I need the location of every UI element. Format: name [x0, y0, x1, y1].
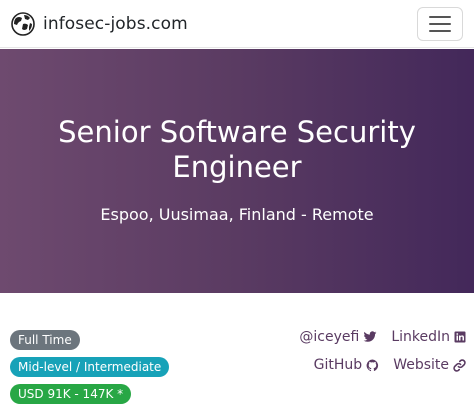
hamburger-menu-icon — [429, 16, 451, 18]
website-link[interactable]: Website — [393, 357, 466, 373]
experience-level-badge[interactable]: Mid-level / Intermediate — [10, 357, 170, 377]
brand-link[interactable]: infosec-jobs.com — [11, 11, 188, 37]
company-links: @iceyefi LinkedIn GitHub Website — [285, 328, 466, 384]
link-icon — [453, 358, 466, 372]
website-label: Website — [393, 357, 449, 373]
links-row-1: @iceyefi LinkedIn — [285, 328, 466, 346]
linkedin-label: LinkedIn — [391, 329, 450, 345]
salary-badge[interactable]: USD 91K - 147K * — [10, 384, 132, 404]
linkedin-icon — [454, 331, 466, 343]
github-link[interactable]: GitHub — [314, 357, 380, 373]
job-type-badge[interactable]: Full Time — [10, 330, 80, 350]
job-title: Senior Software Security Engineer — [58, 115, 416, 184]
globe-logo-icon — [11, 12, 35, 36]
github-icon — [366, 359, 379, 371]
twitter-label: @iceyefi — [299, 329, 360, 345]
github-label: GitHub — [313, 357, 363, 373]
job-header: Senior Software Security Engineer Espoo,… — [0, 49, 474, 293]
twitter-icon — [363, 331, 377, 342]
links-row-2: GitHub Website — [285, 356, 466, 374]
job-location: Espoo, Uusimaa, Finland - Remote — [100, 205, 374, 224]
menu-toggle-button[interactable] — [417, 7, 463, 41]
twitter-link[interactable]: @iceyefi — [299, 329, 377, 345]
navbar: infosec-jobs.com — [0, 0, 474, 48]
hamburger-bar — [429, 23, 451, 25]
linkedin-link[interactable]: LinkedIn — [391, 329, 466, 345]
brand-name: infosec-jobs.com — [43, 14, 188, 34]
job-details: Full Time Mid-level / Intermediate USD 9… — [0, 293, 474, 412]
hamburger-bar — [429, 30, 451, 32]
